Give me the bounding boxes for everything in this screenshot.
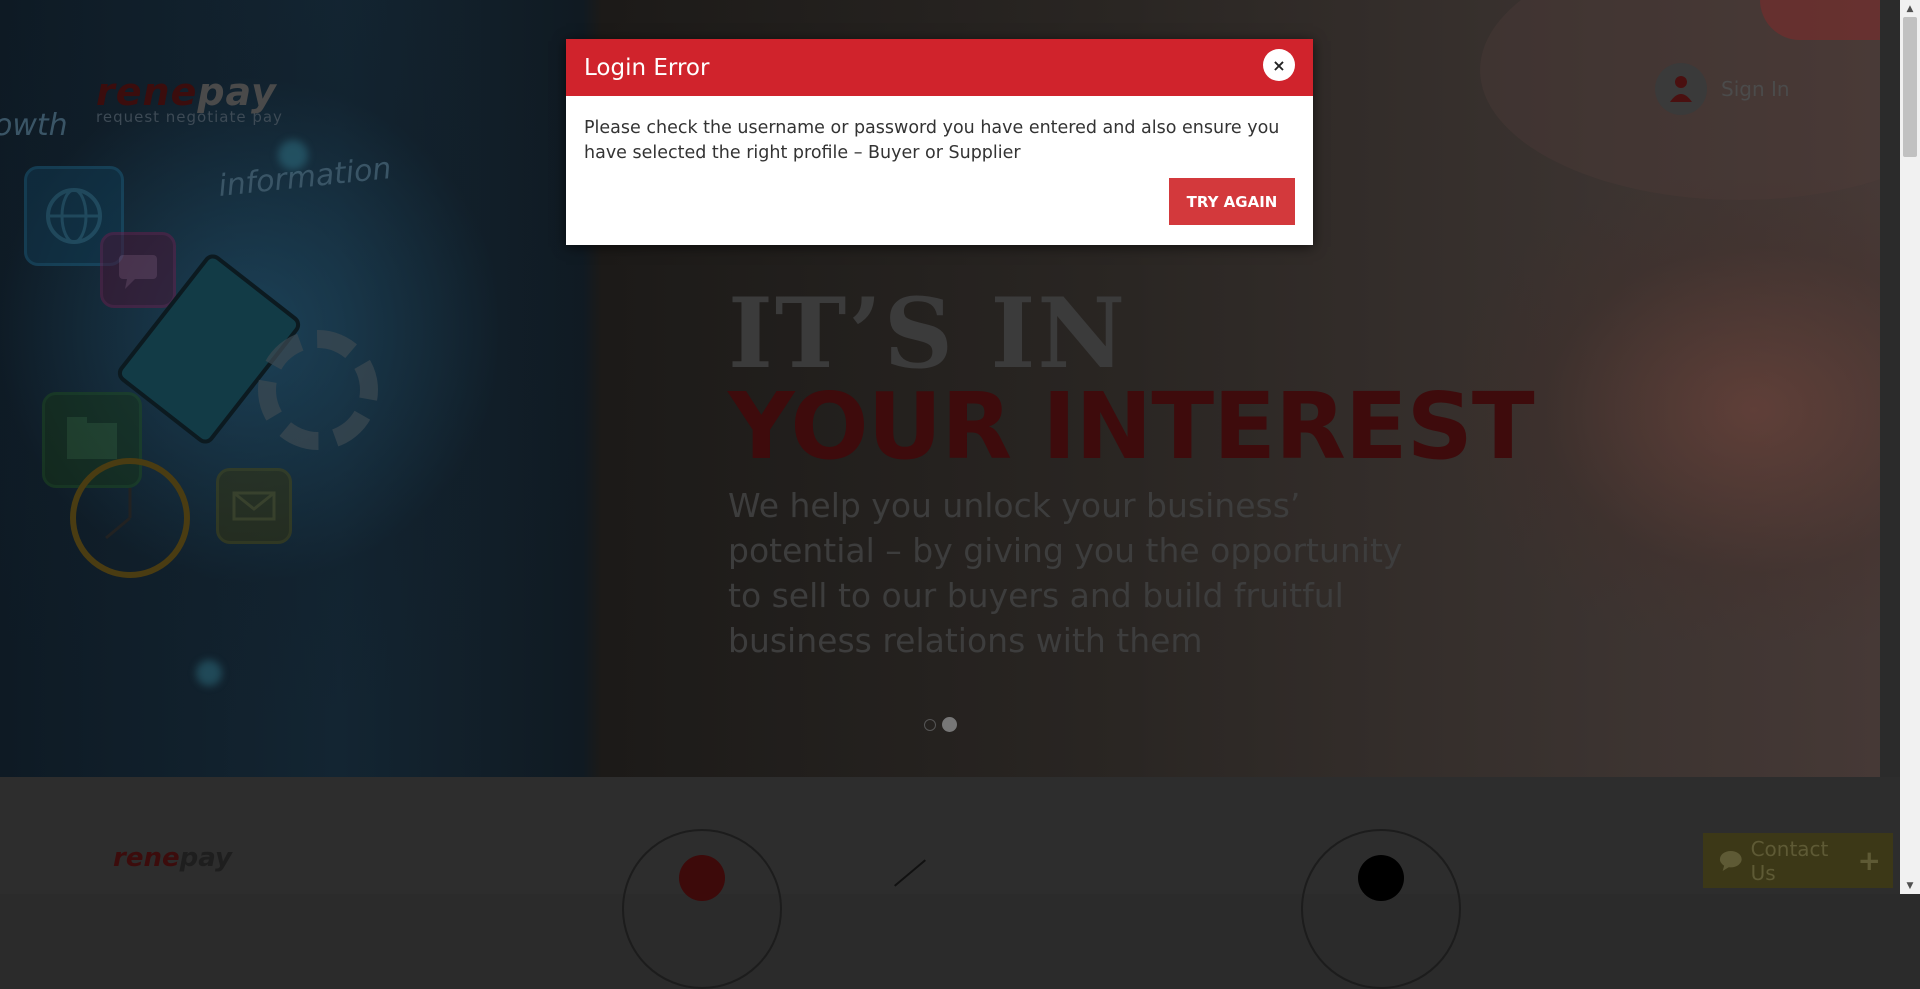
scroll-down-arrow-icon[interactable]: ▼ (1900, 877, 1920, 894)
dialog-message: Please check the username or password yo… (584, 118, 1280, 163)
dialog-title: Login Error (584, 54, 710, 81)
login-error-dialog: Login Error × Please check the username … (566, 39, 1313, 245)
scroll-up-arrow-icon[interactable]: ▲ (1900, 0, 1920, 17)
try-again-button[interactable]: TRY AGAIN (1169, 178, 1295, 225)
page-scrollbar[interactable]: ▲ ▼ (1900, 0, 1920, 894)
close-icon[interactable]: × (1263, 49, 1295, 81)
dialog-header: Login Error × (566, 39, 1313, 96)
scrollbar-thumb[interactable] (1903, 17, 1917, 157)
